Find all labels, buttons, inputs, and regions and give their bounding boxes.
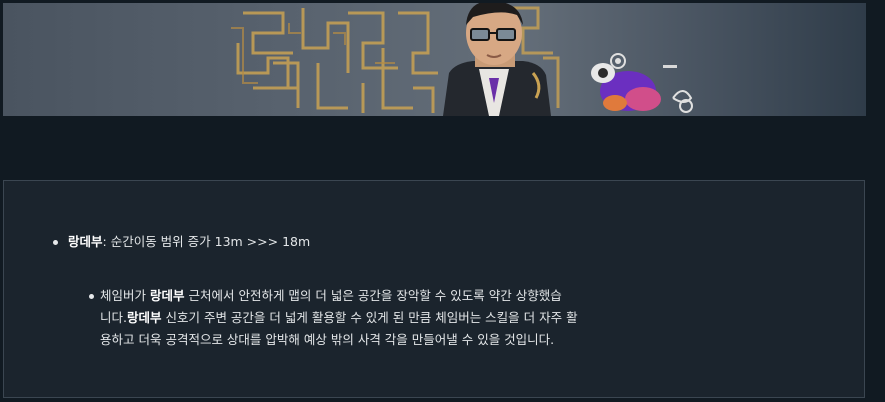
detail-line-1: 체임버가 랑데부 근처에서 안전하게 맵의 더 넓은 공간을 장악할 수 있도록… <box>100 285 562 307</box>
patch-notes-page: 랑데부: 순간이동 범위 증가 13m >>> 18m 체임버가 랑데부 근처에… <box>0 0 885 402</box>
sub-list-bullet <box>89 294 94 299</box>
detail-text: 근처에서 안전하게 맵의 더 넓은 공간을 장악할 수 있도록 약간 상향했습 <box>184 288 562 303</box>
banner-image <box>3 3 866 116</box>
agent-name-label: 랑데부 <box>149 288 185 303</box>
list-bullet <box>53 240 58 245</box>
patch-note-panel: 랑데부: 순간이동 범위 증가 13m >>> 18m 체임버가 랑데부 근처에… <box>3 180 865 398</box>
agent-name-label: 랑데부 <box>126 310 162 325</box>
change-summary: : 순간이동 범위 증가 13m >>> 18m <box>102 234 311 249</box>
detail-line-2: 니다.랑데부 신호기 주변 공간을 더 넓게 활용할 수 있게 된 만큼 체임버… <box>100 307 578 329</box>
list-item-rendezvous: 랑데부: 순간이동 범위 증가 13m >>> 18m <box>68 231 310 253</box>
detail-text: 신호기 주변 공간을 더 넓게 활용할 수 있게 된 만큼 체임버는 스킬을 더… <box>161 310 578 325</box>
detail-text: 용하고 더욱 공격적으로 상대를 압박해 예상 밖의 사격 각을 만들어낼 수 … <box>100 332 555 347</box>
detail-text: 체임버가 <box>100 288 150 303</box>
detail-line-3: 용하고 더욱 공격적으로 상대를 압박해 예상 밖의 사격 각을 만들어낼 수 … <box>100 329 554 351</box>
detail-text: 니다. <box>100 310 127 325</box>
chamber-champions-artwork <box>231 3 693 116</box>
agent-name-label: 랑데부 <box>68 234 103 249</box>
